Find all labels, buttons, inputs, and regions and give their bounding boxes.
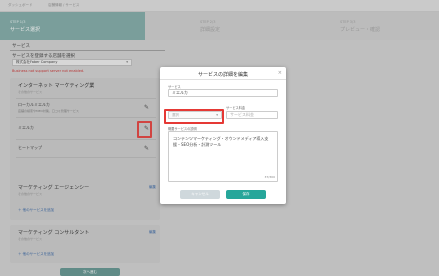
highlight-box bbox=[164, 109, 224, 124]
cancel-button[interactable]: キャンセル bbox=[180, 190, 220, 199]
price-input[interactable]: サービス料金 bbox=[226, 111, 278, 119]
description-text: コンテンツマーケティング・オウンドメディア導入支援・SEO分析・計測ツール bbox=[173, 136, 269, 147]
modal-title: サービスの詳細を編集 bbox=[197, 72, 248, 78]
modal-divider bbox=[160, 79, 286, 80]
close-icon[interactable]: × bbox=[278, 70, 282, 76]
price-field-label: サービス料金 bbox=[226, 106, 246, 110]
character-counter: 37/300 bbox=[264, 175, 275, 179]
description-textarea[interactable]: コンテンツマーケティング・オウンドメディア導入支援・SEO分析・計測ツール 37… bbox=[168, 131, 278, 182]
edit-service-modal: サービスの詳細を編集 × サービス ミエルカ サービス料金 選択 ▾ サービス料… bbox=[160, 67, 286, 204]
save-button[interactable]: 保存 bbox=[226, 190, 266, 199]
service-field[interactable]: ミエルカ bbox=[168, 89, 278, 97]
